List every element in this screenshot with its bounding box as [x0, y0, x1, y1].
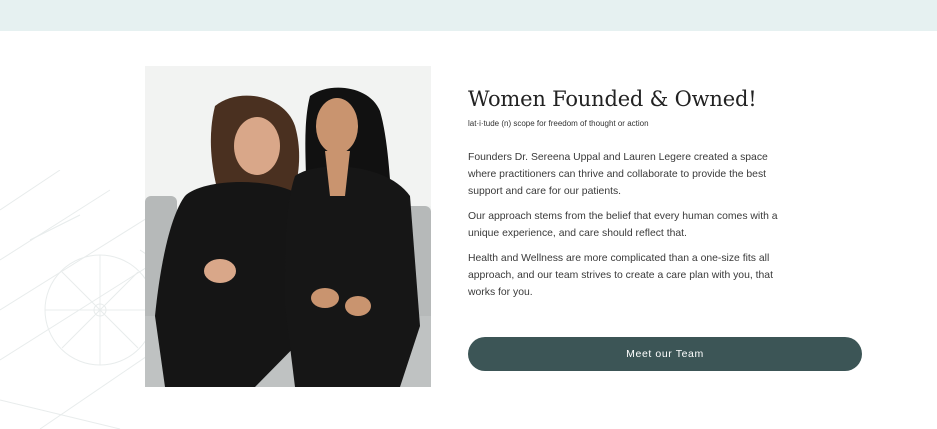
- founders-text-block: Women Founded & Owned! lat·i·tude (n) sc…: [468, 84, 868, 301]
- top-banner-strip: [0, 0, 937, 31]
- approach-paragraph: Our approach stems from the belief that …: [468, 211, 778, 239]
- founders-photo: [145, 66, 431, 387]
- wellness-paragraph: Health and Wellness are more complicated…: [468, 253, 773, 298]
- section-subtitle: lat·i·tude (n) scope for freedom of thou…: [468, 119, 649, 128]
- intro-paragraph: Founders Dr. Sereena Uppal and Lauren Le…: [468, 152, 768, 197]
- meet-our-team-button[interactable]: Meet our Team: [468, 337, 862, 371]
- section-title: Women Founded & Owned!: [468, 87, 757, 111]
